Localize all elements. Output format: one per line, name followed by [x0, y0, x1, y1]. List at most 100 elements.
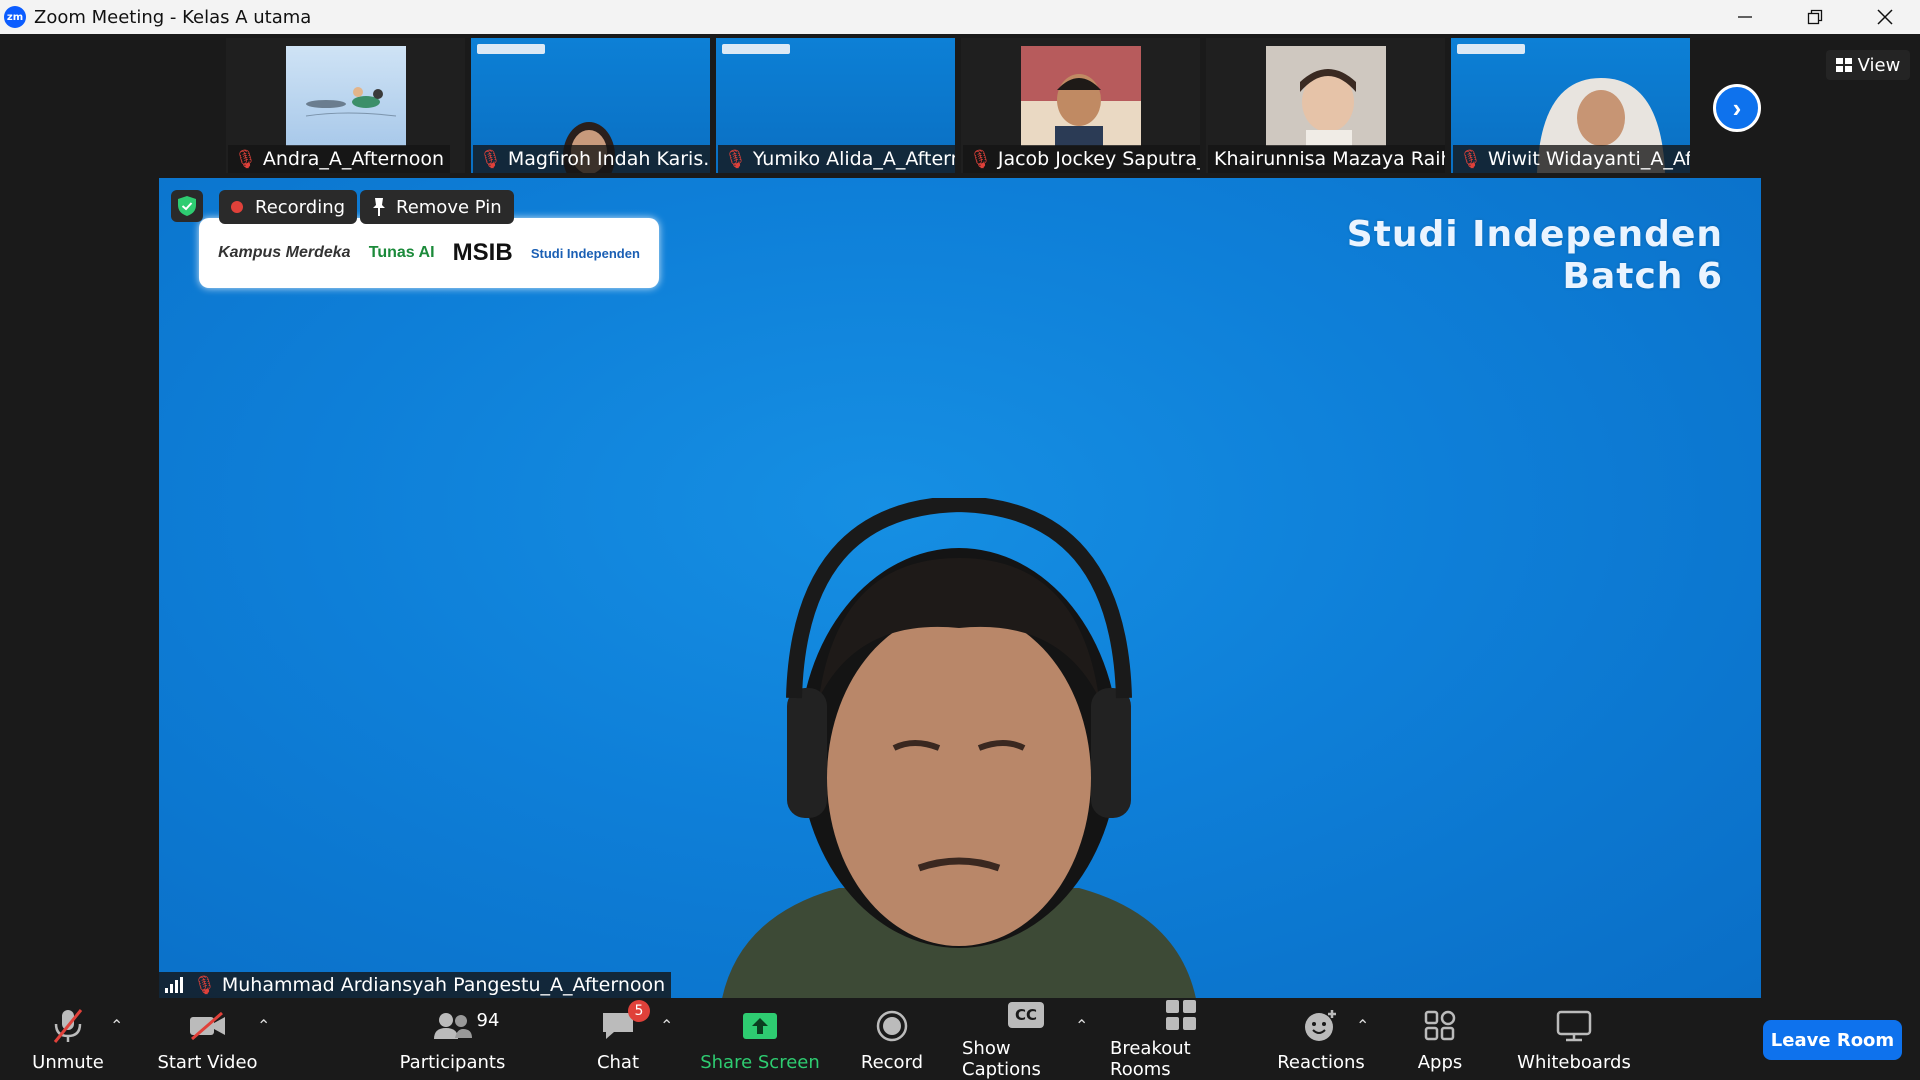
next-page-button[interactable]: ›	[1713, 84, 1761, 132]
share-screen-button[interactable]: Share Screen	[700, 998, 820, 1080]
participant-name: Yumiko Alida_A_Aftern...	[752, 148, 955, 170]
participants-label: Participants	[399, 1051, 506, 1073]
remove-pin-button[interactable]: Remove Pin	[360, 190, 514, 224]
participant-tile[interactable]: 🎙︎ Andra_A_Afternoon	[226, 38, 465, 173]
muted-mic-icon: 🎙︎	[234, 148, 257, 170]
participant-avatar	[286, 46, 406, 146]
muted-mic-icon: 🎙︎	[724, 148, 747, 170]
view-button[interactable]: View	[1826, 50, 1910, 80]
show-captions-button[interactable]: CC Show Captions	[962, 998, 1090, 1080]
participants-icon: 94	[433, 1006, 499, 1046]
video-off-icon	[188, 1006, 228, 1046]
minimize-button[interactable]	[1710, 0, 1780, 34]
participants-count: 94	[476, 1009, 500, 1031]
chat-label: Chat	[596, 1051, 640, 1073]
participant-name: Magfiroh Indah Karis...	[507, 148, 710, 170]
recording-indicator[interactable]: Recording	[219, 190, 358, 224]
participant-name-label: 🎙︎ Magfiroh Indah Karis...	[473, 145, 710, 173]
muted-microphone-icon	[51, 1006, 85, 1046]
record-button[interactable]: Record	[852, 998, 932, 1080]
muted-mic-icon: 🎙︎	[969, 148, 992, 170]
logo-kampus-merdeka: Kampus Merdeka	[218, 244, 351, 261]
muted-mic-icon: 🎙︎	[479, 148, 502, 170]
recording-dot-icon	[231, 201, 243, 213]
zoom-logo-icon: zm	[4, 6, 26, 28]
record-icon	[876, 1006, 908, 1046]
participant-name: Andra_A_Afternoon	[262, 148, 445, 170]
window-title: Zoom Meeting - Kelas A utama	[34, 6, 312, 28]
apps-button[interactable]: Apps	[1400, 998, 1480, 1080]
participant-name-label: Khairunnisa Mazaya Raih...	[1208, 145, 1445, 173]
close-icon	[1877, 9, 1893, 25]
cc-icon-text: CC	[1008, 1002, 1044, 1028]
share-screen-label: Share Screen	[700, 1051, 820, 1073]
participant-name-label: 🎙︎ Andra_A_Afternoon	[228, 145, 451, 173]
video-options-chevron-up-icon[interactable]: ⌃	[257, 1016, 270, 1036]
speaker-person-image	[722, 498, 1196, 998]
participant-video	[1021, 46, 1141, 146]
active-speaker-video: Kampus Merdeka Tunas AI MSIB Studi Indep…	[159, 178, 1761, 998]
logo-tunas-ai: Tunas AI	[368, 244, 435, 261]
participant-thumbnail-strip: 🎙︎ Andra_A_Afternoon 🎙︎ Magfiroh Indah Kar…	[0, 34, 1920, 174]
chat-button[interactable]: 5 Chat	[578, 998, 658, 1080]
reactions-options-chevron-up-icon[interactable]: ⌃	[1356, 1016, 1369, 1036]
chat-options-chevron-up-icon[interactable]: ⌃	[660, 1016, 673, 1036]
breakout-rooms-label: Breakout Rooms	[1110, 1038, 1191, 1080]
reactions-label: Reactions	[1277, 1051, 1365, 1073]
muted-mic-icon: 🎙︎	[193, 974, 216, 996]
muted-mic-icon: 🎙︎	[1459, 148, 1482, 170]
remove-pin-label: Remove Pin	[396, 196, 502, 218]
unmute-label: Unmute	[32, 1051, 104, 1073]
whiteboards-button[interactable]: Whiteboards	[1515, 998, 1633, 1080]
participant-name-label: 🎙︎Yumiko Alida_A_Aftern...	[718, 145, 955, 173]
restore-button[interactable]	[1780, 0, 1850, 34]
speaker-name-label: 🎙︎ Muhammad Ardiansyah Pangestu_A_Aftern…	[159, 972, 672, 998]
participant-tile[interactable]: 🎙︎ Magfiroh Indah Karis...	[471, 38, 710, 173]
participant-name-label: 🎙︎Wiwit Widayanti_A_Aft...	[1453, 145, 1690, 173]
leave-room-button[interactable]: Leave Room	[1763, 1020, 1902, 1060]
participant-tile[interactable]: 🎙︎Jacob Jockey Saputra_...	[961, 38, 1200, 173]
participant-name: Wiwit Widayanti_A_Aft...	[1487, 148, 1690, 170]
window-controls	[1710, 0, 1920, 34]
unmute-button[interactable]: Unmute	[18, 998, 118, 1080]
breakout-rooms-button[interactable]: Breakout Rooms	[1110, 998, 1252, 1080]
heading-line-2: Batch 6	[1562, 256, 1723, 297]
participant-name: Jacob Jockey Saputra_...	[997, 148, 1200, 170]
participant-name-label: 🎙︎Jacob Jockey Saputra_...	[963, 145, 1200, 173]
apps-label: Apps	[1417, 1051, 1463, 1073]
logo-studi-independen: Studi Independen	[530, 245, 640, 261]
whiteboards-label: Whiteboards	[1517, 1051, 1631, 1073]
shield-icon	[178, 196, 196, 216]
chat-icon: 5	[600, 999, 650, 1046]
participant-video	[1266, 46, 1386, 146]
close-button[interactable]	[1850, 0, 1920, 34]
show-captions-label: Show Captions	[962, 1038, 1041, 1080]
minimize-icon	[1738, 16, 1752, 18]
logo-msib: MSIB	[452, 239, 513, 266]
start-video-button[interactable]: Start Video	[150, 998, 265, 1080]
participant-name: Khairunnisa Mazaya Raih...	[1214, 148, 1445, 170]
signal-strength-icon	[165, 977, 185, 993]
view-button-label: View	[1857, 54, 1901, 76]
share-screen-icon	[742, 1006, 778, 1046]
pin-icon	[373, 198, 385, 216]
reactions-button[interactable]: Reactions	[1276, 998, 1366, 1080]
security-button[interactable]	[171, 190, 203, 222]
video-feed-image	[1266, 46, 1386, 146]
avatar-image	[305, 87, 397, 117]
participant-tile[interactable]: 🎙︎Yumiko Alida_A_Aftern...	[716, 38, 955, 173]
video-feed-image	[1021, 46, 1141, 146]
participant-tile[interactable]: Khairunnisa Mazaya Raih...	[1206, 38, 1445, 173]
participant-tile[interactable]: 🎙︎Wiwit Widayanti_A_Aft...	[1451, 38, 1690, 173]
participants-button[interactable]: 94 Participants	[395, 998, 510, 1080]
audio-options-chevron-up-icon[interactable]: ⌃	[110, 1016, 123, 1036]
recording-label: Recording	[255, 196, 346, 218]
meeting-toolbar: Unmute ⌃ Start Video ⌃ 94 Participants 5…	[0, 998, 1920, 1080]
title-bar: zm Zoom Meeting - Kelas A utama	[0, 0, 1920, 34]
record-label: Record	[860, 1051, 924, 1073]
chevron-right-icon: ›	[1732, 92, 1742, 123]
heading-line-1: Studi Independen	[1346, 214, 1723, 255]
captions-options-chevron-up-icon[interactable]: ⌃	[1075, 1016, 1088, 1036]
sponsor-logos-banner: Kampus Merdeka Tunas AI MSIB Studi Indep…	[199, 218, 659, 288]
chat-unread-badge: 5	[628, 999, 650, 1022]
